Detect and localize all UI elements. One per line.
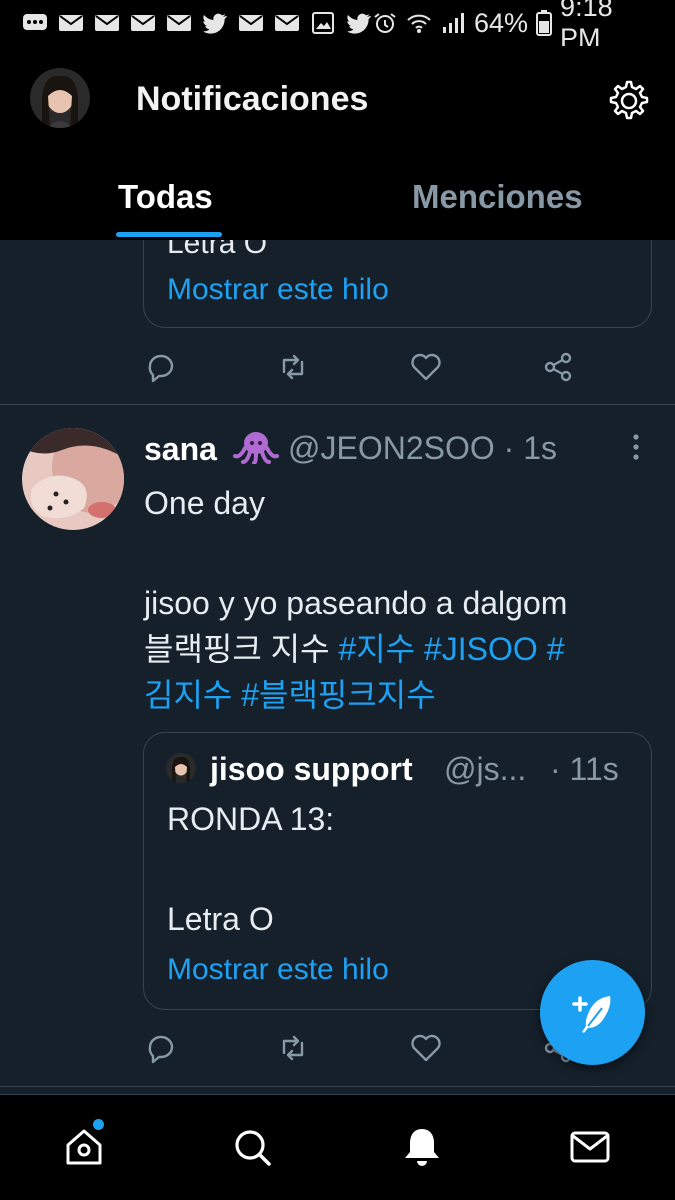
profile-avatar[interactable] <box>30 68 90 128</box>
alarm-icon <box>372 12 398 34</box>
twitter-bird-icon <box>346 12 372 34</box>
tweet-divider <box>0 404 675 405</box>
hashtag-links[interactable]: #지수 #JISOO # <box>338 631 564 667</box>
reply-icon[interactable] <box>144 1031 178 1065</box>
mail-icon <box>94 12 120 34</box>
status-notification-icons <box>22 12 372 34</box>
retweet-icon[interactable] <box>276 350 310 384</box>
compose-tweet-button[interactable] <box>540 960 645 1065</box>
mail-icon <box>58 12 84 34</box>
messages-icon[interactable] <box>568 1125 612 1169</box>
quoted-tweet-card[interactable]: Letra O Mostrar este hilo <box>143 240 652 328</box>
quoted-author-name[interactable]: jisoo support <box>210 751 413 788</box>
quoted-author-handle: @js... <box>444 751 527 787</box>
show-thread-link[interactable]: Mostrar este hilo <box>167 273 389 307</box>
show-thread-link[interactable]: Mostrar este hilo <box>167 953 389 987</box>
bottom-navigation <box>0 1094 675 1200</box>
signal-icon <box>440 12 466 34</box>
mail-icon <box>130 12 156 34</box>
korean-text: 블랙핑크 지수 <box>144 631 339 667</box>
tweet-line-hashtags: 블랙핑크 지수 #지수 #JISOO # <box>144 626 644 672</box>
page-title: Notificaciones <box>136 80 369 118</box>
mail-icon <box>274 12 300 34</box>
like-heart-icon[interactable] <box>409 1031 443 1065</box>
compose-feather-icon <box>568 988 618 1038</box>
battery-percent: 64% <box>474 7 529 38</box>
more-options-icon[interactable] <box>626 432 646 462</box>
active-tab-indicator <box>116 232 222 237</box>
home-icon[interactable] <box>62 1125 106 1169</box>
tab-todas[interactable]: Todas <box>118 178 213 216</box>
quoted-tweet-time: · 11s <box>550 751 619 787</box>
notifications-icon[interactable] <box>400 1125 444 1169</box>
chat-bubble-icon <box>22 12 48 34</box>
tweet-line: jisoo y yo paseando a dalgom <box>144 585 568 621</box>
tweet-author-name[interactable]: sana <box>144 430 280 468</box>
status-bar: 64% 9:18 PM <box>0 0 675 53</box>
share-icon[interactable] <box>541 350 575 384</box>
twitter-bird-icon <box>202 12 228 34</box>
author-display-name: sana <box>144 431 217 467</box>
quoted-tweet-text: RONDA 13: <box>167 801 335 837</box>
gallery-icon <box>310 12 336 34</box>
retweet-icon[interactable] <box>276 1031 310 1065</box>
quoted-author-avatar[interactable] <box>166 753 196 783</box>
like-heart-icon[interactable] <box>409 350 443 384</box>
header: Notificaciones Todas Menciones <box>0 46 675 240</box>
notification-tabs: Todas Menciones <box>0 164 675 240</box>
tweet-line: One day <box>144 485 265 521</box>
quoted-tweet-text: Letra O <box>167 901 274 937</box>
search-icon[interactable] <box>230 1125 274 1169</box>
battery-icon <box>536 10 553 36</box>
tweet-divider <box>0 1086 675 1087</box>
mail-icon <box>166 12 192 34</box>
tweet-text: One day jisoo y yo paseando a dalgom 블랙핑… <box>144 480 644 718</box>
octopus-emoji <box>232 430 280 465</box>
tweet-author-avatar[interactable] <box>22 428 124 530</box>
mail-icon <box>238 12 264 34</box>
wifi-icon <box>406 12 432 34</box>
quoted-tweet-text: Letra O <box>167 240 268 260</box>
settings-gear-icon[interactable] <box>606 78 652 124</box>
home-new-indicator <box>93 1119 104 1130</box>
tweet-handle-time: @JEON2SOO · 1s <box>288 430 557 466</box>
reply-icon[interactable] <box>144 350 178 384</box>
hashtag-links[interactable]: 김지수 #블랙핑크지수 <box>144 672 644 718</box>
tab-menciones[interactable]: Menciones <box>412 178 583 216</box>
